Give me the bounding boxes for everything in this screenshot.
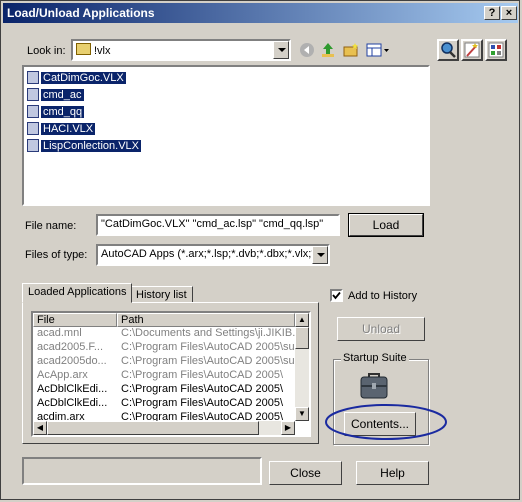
cell-path: C:\Program Files\AutoCAD 2005\: [121, 397, 284, 409]
chevron-down-icon[interactable]: [312, 246, 328, 264]
add-to-history-label: Add to History: [348, 290, 418, 302]
files-of-type-value: AutoCAD Apps (*.arx;*.lsp;*.dvb;*.dbx;*.…: [101, 248, 319, 260]
wand-icon: [464, 42, 480, 58]
checkmark-icon: [332, 291, 341, 300]
load-unload-dialog: Load/Unload Applications ? × Look in: !v…: [0, 0, 520, 500]
cell-path: C:\Documents and Settings\ji.JIKIB...: [121, 327, 295, 339]
table-row[interactable]: AcDblClkEdi... C:\Program Files\AutoCAD 2…: [33, 397, 295, 411]
scroll-thumb[interactable]: [295, 327, 309, 349]
briefcase-icon: [360, 373, 388, 399]
vlx-file-icon: [27, 122, 39, 135]
table-row[interactable]: acad2005do... C:\Program Files\AutoCAD 20…: [33, 355, 295, 369]
table-body: acad.mnl C:\Documents and Settings\ji.JIK…: [33, 327, 295, 421]
tools-button[interactable]: [461, 39, 483, 61]
options-button[interactable]: [485, 39, 507, 61]
new-folder-icon[interactable]: [343, 42, 359, 58]
status-field: [22, 457, 262, 485]
look-in-dropdown[interactable]: !vlx: [71, 39, 291, 61]
table-row[interactable]: acad.mnl C:\Documents and Settings\ji.JIK…: [33, 327, 295, 341]
folder-icon: [76, 43, 91, 55]
back-icon[interactable]: [299, 42, 315, 58]
column-header-file[interactable]: File: [33, 313, 117, 327]
list-item[interactable]: CatDimGoc.VLX: [27, 70, 126, 85]
cell-file: AcDblClkEdi...: [37, 383, 108, 395]
cell-file: AcApp.arx: [37, 369, 88, 381]
cell-file: acdim.arx: [37, 411, 85, 421]
horizontal-scrollbar[interactable]: ◀ ▶: [33, 421, 295, 435]
vertical-scrollbar[interactable]: ▲ ▼: [295, 313, 309, 421]
tab-loaded-applications[interactable]: Loaded Applications: [22, 283, 133, 303]
lsp-file-icon: [27, 105, 39, 118]
file-name-label: File name:: [25, 220, 77, 232]
hscroll-thumb[interactable]: [47, 421, 259, 435]
window-title: Load/Unload Applications: [7, 6, 155, 20]
tab-panel: File Path acad.mnl C:\Documents and Setti…: [22, 302, 319, 444]
cell-path: C:\Program Files\AutoCAD 2005\: [121, 369, 284, 381]
file-list[interactable]: CatDimGoc.VLX cmd_ac cmd_qq HACI.VLX Lis…: [22, 65, 430, 206]
tab-history-list[interactable]: History list: [130, 286, 193, 303]
title-bar[interactable]: Load/Unload Applications ? ×: [3, 3, 518, 23]
unload-button[interactable]: Unload: [337, 317, 425, 341]
add-to-history-checkbox[interactable]: [330, 289, 343, 302]
help-title-button[interactable]: ?: [484, 6, 500, 20]
file-name-input[interactable]: "CatDimGoc.VLX" "cmd_ac.lsp" "cmd_qq.lsp…: [96, 214, 340, 236]
files-of-type-label: Files of type:: [25, 249, 88, 261]
cell-file: AcDblClkEdi...: [37, 397, 108, 409]
close-button[interactable]: Close: [269, 461, 342, 485]
table-row[interactable]: AcApp.arx C:\Program Files\AutoCAD 2005\: [33, 369, 295, 383]
find-button[interactable]: [437, 39, 459, 61]
magnifier-icon: [441, 42, 456, 58]
highlight-ellipse: [325, 404, 447, 440]
look-in-value: !vlx: [94, 45, 111, 57]
cell-path: C:\Program Files\AutoCAD 2005\: [121, 383, 284, 395]
chevron-down-icon[interactable]: [273, 41, 289, 59]
load-button[interactable]: Load: [348, 213, 424, 237]
cell-file: acad2005do...: [37, 355, 107, 367]
look-in-label: Look in:: [27, 45, 66, 57]
cell-path: C:\Program Files\AutoCAD 2005\su...: [121, 341, 295, 353]
scroll-up-icon[interactable]: ▲: [295, 313, 309, 327]
up-folder-icon[interactable]: [320, 42, 336, 58]
cell-path: C:\Program Files\AutoCAD 2005\: [121, 411, 284, 421]
settings-grid-icon: [488, 42, 504, 58]
help-button[interactable]: Help: [356, 461, 429, 485]
list-item[interactable]: cmd_ac: [27, 87, 84, 102]
list-item[interactable]: cmd_qq: [27, 104, 85, 119]
lsp-file-icon: [27, 88, 39, 101]
list-item[interactable]: HACI.VLX: [27, 121, 96, 136]
scroll-left-icon[interactable]: ◀: [33, 421, 47, 435]
views-menu-icon[interactable]: [366, 42, 390, 58]
scroll-down-icon[interactable]: ▼: [295, 407, 309, 421]
cell-file: acad.mnl: [37, 327, 82, 339]
column-header-path[interactable]: Path: [117, 313, 295, 327]
table-row[interactable]: acdim.arx C:\Program Files\AutoCAD 2005\: [33, 411, 295, 421]
cell-path: C:\Program Files\AutoCAD 2005\su...: [121, 355, 295, 367]
vlx-file-icon: [27, 139, 39, 152]
list-item[interactable]: LispConlection.VLX: [27, 138, 142, 153]
scroll-right-icon[interactable]: ▶: [281, 421, 295, 435]
close-title-button[interactable]: ×: [501, 6, 517, 20]
loaded-apps-table[interactable]: File Path acad.mnl C:\Documents and Setti…: [31, 311, 311, 437]
table-row[interactable]: AcDblClkEdi... C:\Program Files\AutoCAD 2…: [33, 383, 295, 397]
table-row[interactable]: acad2005.F... C:\Program Files\AutoCAD 20…: [33, 341, 295, 355]
vlx-file-icon: [27, 71, 39, 84]
files-of-type-select[interactable]: AutoCAD Apps (*.arx;*.lsp;*.dvb;*.dbx;*.…: [96, 244, 330, 266]
startup-suite-label: Startup Suite: [341, 352, 409, 364]
cell-file: acad2005.F...: [37, 341, 104, 353]
